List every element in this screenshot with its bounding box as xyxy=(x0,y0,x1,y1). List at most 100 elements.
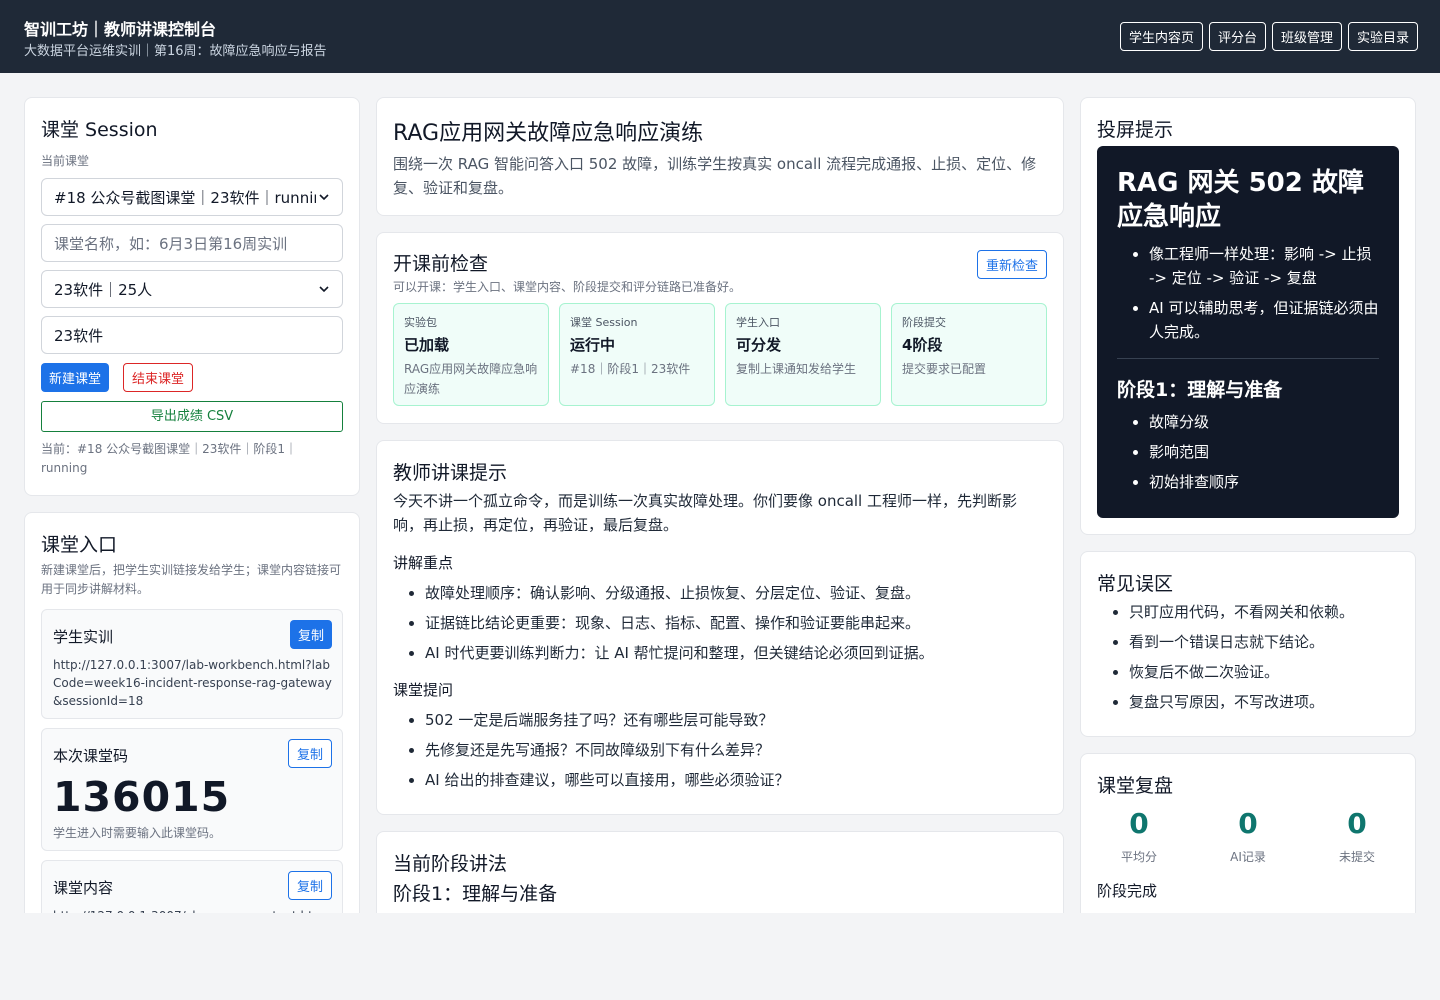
nav-grading[interactable]: 评分台 xyxy=(1208,22,1266,51)
list-item: 故障分级 xyxy=(1149,410,1379,434)
lab-title: RAG应用网关故障应急响应演练 xyxy=(393,121,704,146)
check-tile-package: 实验包 已加载 RAG应用网关故障应急响应演练 xyxy=(393,303,549,406)
stat-label: 平均分 xyxy=(1120,850,1157,864)
session-status-line: 当前：#18 公众号截图课堂｜23软件｜阶段1｜running xyxy=(41,442,298,475)
new-session-button[interactable]: 新建课堂 xyxy=(41,363,110,392)
projection-big-title: RAG 网关 502 故障应急响应 xyxy=(1117,168,1364,232)
end-session-button[interactable]: 结束课堂 xyxy=(123,363,194,392)
stat-label: 未提交 xyxy=(1338,850,1375,864)
entry-card: 课堂入口 新建课堂后，把学生实训链接发给学生；课堂内容链接可用于同步讲解材料。 … xyxy=(24,512,360,932)
list-item: 只盯应用代码，不看网关和依赖。 xyxy=(1129,597,1407,627)
projection-bullets: 像工程师一样处理：影响 -> 止损 -> 定位 -> 验证 -> 复盘 AI 可… xyxy=(1117,242,1379,344)
tips-intro: 今天不讲一个孤立命令，而是训练一次真实故障处理。你们要像 oncall 工程师一… xyxy=(393,492,1017,534)
projection-card: 投屏提示 RAG 网关 502 故障应急响应 像工程师一样处理：影响 -> 止损… xyxy=(1080,97,1416,535)
stat-not-submitted: 0 未提交 xyxy=(1317,807,1397,865)
session-title: 课堂 Session xyxy=(41,119,158,141)
chevron-down-icon xyxy=(319,286,329,293)
tile-label: 阶段提交 xyxy=(902,316,946,329)
questions-list: 502 一定是后端服务挂了吗？还有哪些层可能导致？ 先修复还是先写通报？不同故障… xyxy=(393,705,1053,795)
tile-desc: #18｜阶段1｜23软件 xyxy=(570,362,691,376)
recheck-button[interactable]: 重新检查 xyxy=(976,250,1047,279)
tile-value: 可分发 xyxy=(736,336,782,354)
nav-student-content[interactable]: 学生内容页 xyxy=(1119,22,1203,51)
precheck-status: 可以开课：学生入口、课堂内容、阶段提交和评分链路已准备好。 xyxy=(393,280,742,294)
top-header: 智训工坊｜教师讲课控制台 大数据平台运维实训｜第16周：故障应急响应与报告 学生… xyxy=(0,0,1440,73)
divider xyxy=(1117,358,1379,359)
list-item: 看到一个错误日志就下结论。 xyxy=(1129,627,1407,657)
stat-average-score: 0 平均分 xyxy=(1099,807,1179,865)
session-card: 课堂 Session 当前课堂 #18 公众号截图课堂｜23软件｜running… xyxy=(24,97,360,496)
class-name-input[interactable]: 23软件 xyxy=(41,316,343,354)
tips-title: 教师讲课提示 xyxy=(393,462,508,484)
list-item: AI 给出的排查建议，哪些可以直接用，哪些必须验证？ xyxy=(425,765,1053,795)
chevron-down-icon xyxy=(319,194,329,201)
precheck-card: 开课前检查 可以开课：学生入口、课堂内容、阶段提交和评分链路已准备好。 重新检查… xyxy=(376,232,1064,424)
class-code-box: 本次课堂码 复制 136015 学生进入时需要输入此课堂码。 xyxy=(41,728,343,851)
check-tile-entry: 学生入口 可分发 复制上课通知发给学生 xyxy=(725,303,881,406)
questions-heading: 课堂提问 xyxy=(393,681,454,699)
mistakes-title: 常见误区 xyxy=(1097,573,1174,595)
nav-lab-catalog[interactable]: 实验目录 xyxy=(1347,22,1418,51)
tile-value: 已加载 xyxy=(404,336,450,354)
projection-title: 投屏提示 xyxy=(1097,119,1174,141)
list-item: 复盘只写原因，不写改进项。 xyxy=(1129,687,1407,717)
current-session-label: 当前课堂 xyxy=(41,154,90,168)
list-item: 502 一定是后端服务挂了吗？还有哪些层可能导致？ xyxy=(425,705,1053,735)
session-select[interactable]: #18 公众号截图课堂｜23软件｜running xyxy=(41,178,343,216)
class-code-value: 136015 xyxy=(53,773,231,821)
course-subtitle: 大数据平台运维实训｜第16周：故障应急响应与报告 xyxy=(24,44,327,59)
list-item: AI 时代更要训练判断力：让 AI 帮忙提问和整理，但关键结论必须回到证据。 xyxy=(425,638,1053,668)
teaching-tips-card: 教师讲课提示 今天不讲一个孤立命令，而是训练一次真实故障处理。你们要像 onca… xyxy=(376,440,1064,815)
tile-label: 课堂 Session xyxy=(570,316,638,329)
stat-value: 0 xyxy=(1347,807,1367,840)
tile-value: 运行中 xyxy=(570,336,616,354)
tile-desc: RAG应用网关故障应急响应演练 xyxy=(404,362,538,396)
tile-desc: 复制上课通知发给学生 xyxy=(736,362,857,376)
list-item: 证据链比结论更重要：现象、日志、指标、配置、操作和验证要能串起来。 xyxy=(425,608,1053,638)
stat-label: AI记录 xyxy=(1230,850,1266,864)
content-link-title: 课堂内容 xyxy=(53,879,114,897)
tile-desc: 提交要求已配置 xyxy=(902,362,987,376)
tile-label: 学生入口 xyxy=(736,316,780,329)
student-link-url[interactable]: http://127.0.0.1:3007/lab-workbench.html… xyxy=(53,656,333,710)
copy-content-link-button[interactable]: 复制 xyxy=(287,871,332,900)
list-item: 像工程师一样处理：影响 -> 止损 -> 定位 -> 验证 -> 复盘 xyxy=(1149,242,1379,290)
class-select-value: 23软件｜25人 xyxy=(54,280,153,299)
list-item: 故障处理顺序：确认影响、分级通报、止损恢复、分层定位、验证、复盘。 xyxy=(425,578,1053,608)
page-bottom-area xyxy=(0,913,1440,1000)
tile-value: 4阶段 xyxy=(902,336,943,354)
class-select[interactable]: 23软件｜25人 xyxy=(41,270,343,308)
brand-title: 智训工坊｜教师讲课控制台 xyxy=(24,20,217,39)
focus-list: 故障处理顺序：确认影响、分级通报、止损恢复、分层定位、验证、复盘。 证据链比结论… xyxy=(393,578,1053,668)
session-name-input[interactable]: 课堂名称，如：6月3日第16周实训 xyxy=(41,224,343,262)
mistakes-card: 常见误区 只盯应用代码，不看网关和依赖。 看到一个错误日志就下结论。 恢复后不做… xyxy=(1080,551,1416,737)
list-item: 先修复还是先写通报？不同故障级别下有什么差异？ xyxy=(425,735,1053,765)
nav-class-management[interactable]: 班级管理 xyxy=(1271,22,1342,51)
stage-complete-heading: 阶段完成 xyxy=(1097,882,1158,900)
stat-ai-records: 0 AI记录 xyxy=(1208,807,1288,865)
stat-value: 0 xyxy=(1129,807,1149,840)
stage-title: 当前阶段讲法 xyxy=(393,853,508,875)
list-item: 影响范围 xyxy=(1149,440,1379,464)
class-code-hint: 学生进入时需要输入此课堂码。 xyxy=(53,826,222,840)
stage-subtitle: 阶段1：理解与准备 xyxy=(393,883,558,905)
export-csv-button[interactable]: 导出成绩 CSV xyxy=(41,401,343,432)
list-item: 恢复后不做二次验证。 xyxy=(1129,657,1407,687)
list-item: AI 可以辅助思考，但证据链必须由人完成。 xyxy=(1149,296,1379,344)
tile-label: 实验包 xyxy=(404,316,437,329)
copy-student-link-button[interactable]: 复制 xyxy=(289,620,332,649)
list-item: 初始排查顺序 xyxy=(1149,470,1379,494)
stat-value: 0 xyxy=(1238,807,1258,840)
review-card: 课堂复盘 0 平均分 0 AI记录 0 未提交 阶段完成 xyxy=(1080,753,1416,932)
entry-title: 课堂入口 xyxy=(41,534,118,556)
entry-desc: 新建课堂后，把学生实训链接发给学生；课堂内容链接可用于同步讲解材料。 xyxy=(41,563,342,596)
check-tile-session: 课堂 Session 运行中 #18｜阶段1｜23软件 xyxy=(559,303,715,406)
mistakes-list: 只盯应用代码，不看网关和依赖。 看到一个错误日志就下结论。 恢复后不做二次验证。… xyxy=(1097,597,1407,717)
copy-class-code-button[interactable]: 复制 xyxy=(287,739,332,768)
review-title: 课堂复盘 xyxy=(1097,775,1174,797)
projection-screen: RAG 网关 502 故障应急响应 像工程师一样处理：影响 -> 止损 -> 定… xyxy=(1097,146,1399,518)
lab-desc: 围绕一次 RAG 智能问答入口 502 故障，训练学生按真实 oncall 流程… xyxy=(393,155,1037,197)
session-select-value: #18 公众号截图课堂｜23软件｜running xyxy=(54,188,316,207)
projection-stage-title: 阶段1：理解与准备 xyxy=(1117,379,1283,401)
precheck-title: 开课前检查 xyxy=(393,253,489,275)
